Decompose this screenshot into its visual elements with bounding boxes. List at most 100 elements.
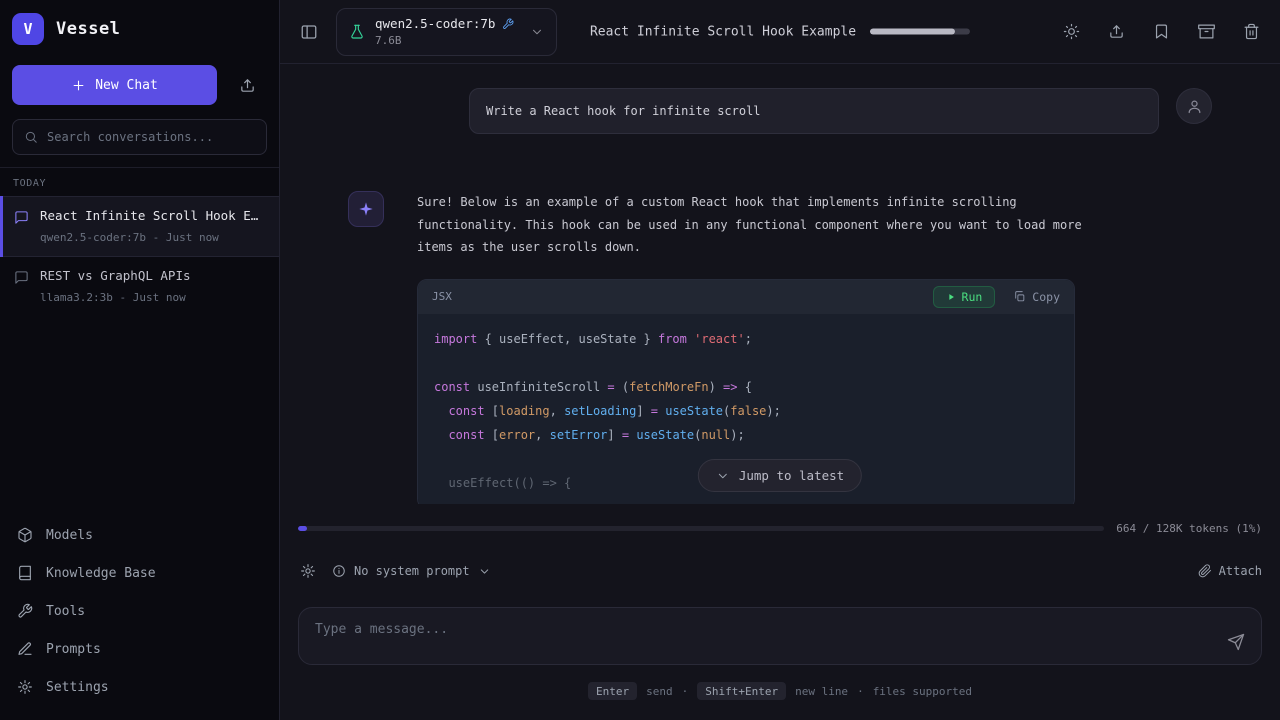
user-icon: [1186, 98, 1203, 115]
chat-scroll-area[interactable]: Write a React hook for infinite scroll S…: [280, 64, 1280, 504]
upload-icon: [239, 77, 256, 94]
conversation-search: [12, 119, 267, 155]
new-chat-button[interactable]: New Chat: [12, 65, 217, 105]
topbar: qwen2.5-coder:7b 7.6B React Infinite Scr…: [280, 0, 1280, 64]
code-line: const useInfiniteScroll = (fetchMoreFn) …: [434, 375, 1058, 399]
panel-toggle-icon: [300, 23, 318, 41]
system-prompt-label: No system prompt: [354, 564, 470, 578]
sidebar-item-tools[interactable]: Tools: [0, 592, 279, 630]
token-usage-row: 664 / 128K tokens (1%): [298, 522, 1262, 535]
run-label: Run: [962, 290, 983, 304]
bookmark-button[interactable]: [1151, 21, 1172, 42]
chat-settings-button[interactable]: [298, 561, 318, 581]
delete-chat-button[interactable]: [1241, 21, 1262, 42]
import-export-button[interactable]: [227, 65, 267, 105]
context-progress-bar: [870, 29, 970, 35]
archive-icon: [1198, 23, 1215, 40]
composer: 664 / 128K tokens (1%) No system prompt …: [298, 504, 1262, 720]
wrench-icon: [17, 603, 33, 619]
sidebar: V Vessel New Chat TODAY React Infinite S…: [0, 0, 280, 720]
assistant-message-row: Sure! Below is an example of a custom Re…: [348, 191, 1212, 504]
trash-icon: [1243, 23, 1260, 40]
pen-icon: [17, 641, 33, 657]
jump-to-latest-button[interactable]: Jump to latest: [698, 459, 862, 492]
message-input-box: [298, 607, 1262, 665]
code-line: const [loading, setLoading] = useState(f…: [434, 399, 1058, 423]
theme-toggle-button[interactable]: [1061, 21, 1082, 42]
assistant-avatar: [348, 191, 384, 227]
gear-icon: [300, 563, 316, 579]
plus-icon: [71, 78, 86, 93]
token-progress-fill: [298, 526, 307, 531]
section-today-label: TODAY: [0, 168, 279, 196]
system-prompt-selector[interactable]: No system prompt: [332, 564, 491, 578]
copy-label: Copy: [1032, 290, 1060, 304]
gear-icon: [17, 679, 33, 695]
user-message: Write a React hook for infinite scroll: [469, 88, 1159, 134]
composer-controls: No system prompt Attach: [298, 561, 1262, 581]
send-button[interactable]: [1227, 633, 1245, 651]
jump-to-latest-label: Jump to latest: [739, 468, 844, 483]
flask-icon: [349, 24, 365, 40]
send-icon: [1227, 633, 1245, 651]
share-button[interactable]: [1106, 21, 1127, 42]
app-title: Vessel: [56, 19, 120, 39]
sparkle-icon: [358, 201, 374, 217]
archive-button[interactable]: [1196, 21, 1217, 42]
run-code-button[interactable]: Run: [933, 286, 996, 308]
conversation-list: TODAY React Infinite Scroll Hook Example…: [0, 167, 279, 316]
search-icon: [24, 130, 38, 144]
shift-enter-key-hint: Shift+Enter: [697, 682, 786, 700]
share-icon: [1108, 23, 1125, 40]
chat-bubble-icon: [14, 210, 29, 225]
chat-bubble-icon: [14, 270, 29, 285]
conversation-title: REST vs GraphQL APIs: [40, 268, 265, 283]
bookmark-icon: [1153, 23, 1170, 40]
user-avatar: [1176, 88, 1212, 124]
code-line: [434, 351, 1058, 375]
model-size: 7.6B: [375, 34, 514, 47]
enter-key-hint: Enter: [588, 682, 637, 700]
keyboard-hints: Enter send · Shift+Enter new line · file…: [298, 682, 1262, 700]
new-chat-label: New Chat: [95, 78, 158, 93]
chevron-down-icon: [716, 469, 730, 483]
main-panel: qwen2.5-coder:7b 7.6B React Infinite Scr…: [280, 0, 1280, 720]
token-usage-label: 664 / 128K tokens (1%): [1116, 522, 1262, 535]
sidebar-item-settings[interactable]: Settings: [0, 668, 279, 706]
user-message-row: Write a React hook for infinite scroll: [348, 88, 1212, 134]
copy-icon: [1013, 290, 1026, 303]
sidebar-item-knowledge-base[interactable]: Knowledge Base: [0, 554, 279, 592]
nav-label: Tools: [46, 604, 85, 619]
token-progress-bar: [298, 526, 1104, 531]
conversation-meta: qwen2.5-coder:7b - Just now: [40, 231, 265, 244]
conversation-item-rest-vs-graphql[interactable]: REST vs GraphQL APIs llama3.2:3b - Just …: [0, 257, 279, 316]
attach-button[interactable]: Attach: [1198, 564, 1262, 578]
conversation-item-react-infinite-scroll[interactable]: React Infinite Scroll Hook Example qwen2…: [0, 196, 279, 257]
sidebar-toggle-button[interactable]: [298, 21, 320, 43]
hint-separator: ·: [682, 685, 689, 698]
nav-label: Prompts: [46, 642, 101, 657]
sidebar-nav: Models Knowledge Base Tools Prompts Sett…: [0, 506, 279, 720]
nav-label: Knowledge Base: [46, 566, 156, 581]
sidebar-item-models[interactable]: Models: [0, 516, 279, 554]
sidebar-item-prompts[interactable]: Prompts: [0, 630, 279, 668]
cube-icon: [17, 527, 33, 543]
model-name: qwen2.5-coder:7b: [375, 16, 495, 31]
copy-code-button[interactable]: Copy: [1013, 290, 1060, 304]
vessel-logo-icon: V: [12, 13, 44, 45]
enter-action-hint: send: [646, 685, 673, 698]
assistant-message: Sure! Below is an example of a custom Re…: [417, 191, 1092, 259]
model-selector[interactable]: qwen2.5-coder:7b 7.6B: [336, 8, 557, 56]
search-input[interactable]: [47, 130, 255, 144]
code-line: const [error, setError] = useState(null)…: [434, 423, 1058, 447]
conversation-title: React Infinite Scroll Hook Example: [40, 208, 265, 223]
files-hint: files supported: [873, 685, 972, 698]
app-logo: V Vessel: [0, 0, 279, 57]
message-input[interactable]: [315, 622, 1213, 650]
conversation-meta: llama3.2:3b - Just now: [40, 291, 265, 304]
nav-label: Models: [46, 528, 93, 543]
play-icon: [946, 292, 956, 302]
attach-label: Attach: [1219, 564, 1262, 578]
nav-label: Settings: [46, 680, 109, 695]
chevron-down-icon: [478, 565, 491, 578]
